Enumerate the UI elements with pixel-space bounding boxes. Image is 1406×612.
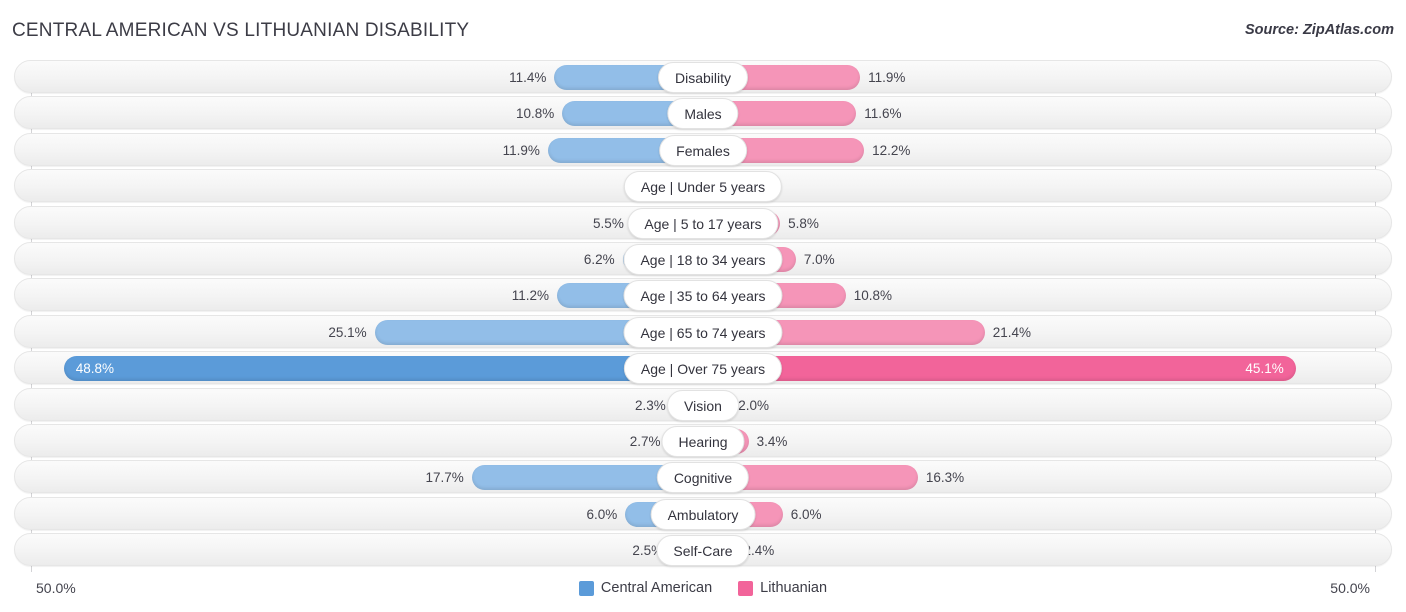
row-category-label: Females xyxy=(659,134,747,166)
value-label-lithuanian: 45.1% xyxy=(1245,361,1284,377)
value-label-central-american: 48.8% xyxy=(75,361,115,377)
value-label-lithuanian: 16.3% xyxy=(925,470,965,486)
value-label-central-american: 17.7% xyxy=(425,470,464,486)
table-row[interactable]: 6.0% 6.0% Ambulatory xyxy=(14,496,1392,530)
value-label-central-american: 11.9% xyxy=(502,142,540,158)
table-row[interactable]: 10.8% 11.6% Males xyxy=(14,96,1392,130)
table-row[interactable]: 11.9% 12.2% Females xyxy=(14,132,1392,166)
table-row[interactable]: 17.7% 16.3% Cognitive xyxy=(14,460,1392,494)
value-label-lithuanian: 21.4% xyxy=(992,324,1032,340)
table-row[interactable]: 2.3% 2.0% Vision xyxy=(14,387,1392,421)
row-category-label: Age | 5 to 17 years xyxy=(627,207,779,239)
value-label-lithuanian: 5.8% xyxy=(788,215,819,231)
row-category-label: Age | Over 75 years xyxy=(623,353,783,385)
legend-item[interactable]: Central American xyxy=(578,580,713,596)
legend-swatch-icon xyxy=(578,580,594,596)
chart-legend: Central American Lithuanian xyxy=(0,580,1406,596)
chart-page: CENTRAL AMERICAN VS LITHUANIAN DISABILIT… xyxy=(0,0,1406,612)
value-label-lithuanian: 11.9% xyxy=(868,70,906,85)
value-label-central-american: 6.2% xyxy=(583,251,615,267)
table-row[interactable]: 48.8% 45.1% Age | Over 75 years xyxy=(14,351,1392,385)
value-label-central-american: 10.8% xyxy=(516,106,555,122)
value-label-central-american: 2.5% xyxy=(632,543,664,559)
value-label-central-american: 11.4% xyxy=(509,70,547,85)
value-label-central-american: 2.7% xyxy=(629,433,661,449)
legend-item[interactable]: Lithuanian xyxy=(738,580,827,596)
table-row[interactable]: 1.2%1.6%Age | Under 5 years xyxy=(14,169,1392,203)
table-row[interactable]: 2.7% 3.4% Hearing xyxy=(14,423,1392,457)
value-label-lithuanian: 10.8% xyxy=(853,288,892,304)
chart-rows: 11.4% 11.9% Disability 10.8% 11.6% Males 11.9%… xyxy=(0,60,1406,569)
row-category-label: Self-Care xyxy=(656,535,750,567)
table-row[interactable]: 25.1% 21.4% Age | 65 to 74 years xyxy=(14,314,1392,348)
row-category-label: Age | 18 to 34 years xyxy=(623,243,783,275)
table-row[interactable]: 5.5% 5.8% Age | 5 to 17 years xyxy=(14,205,1392,239)
row-category-label: Age | 35 to 64 years xyxy=(623,280,783,312)
value-label-central-american: 11.2% xyxy=(511,288,550,304)
value-label-central-american: 25.1% xyxy=(328,324,367,340)
chart-footer: 50.0% 50.0% Central American Lithuanian xyxy=(0,572,1406,612)
value-label-lithuanian: 3.4% xyxy=(756,433,788,449)
value-label-lithuanian: 12.2% xyxy=(872,142,911,158)
table-row[interactable]: 6.2% 7.0% Age | 18 to 34 years xyxy=(14,241,1392,275)
legend-label: Central American xyxy=(600,580,713,596)
legend-label: Lithuanian xyxy=(760,580,828,596)
row-category-label: Hearing xyxy=(661,425,745,457)
chart-plot-area: 11.4% 11.9% Disability 10.8% 11.6% Males 11.9%… xyxy=(0,60,1406,572)
row-category-label: Vision xyxy=(667,389,739,421)
row-category-label: Age | 65 to 74 years xyxy=(623,316,783,348)
value-label-lithuanian: 2.0% xyxy=(738,397,770,413)
value-label-lithuanian: 11.6% xyxy=(864,106,902,122)
value-label-central-american: 6.0% xyxy=(586,506,618,522)
value-label-central-american: 2.3% xyxy=(635,397,666,413)
legend-swatch-icon xyxy=(738,580,754,596)
source-attribution: Source: ZipAtlas.com xyxy=(1244,22,1394,38)
table-row[interactable]: 11.4% 11.9% Disability xyxy=(14,60,1392,93)
row-category-label: Cognitive xyxy=(656,462,750,494)
row-category-label: Age | Under 5 years xyxy=(623,171,783,203)
page-title: CENTRAL AMERICAN VS LITHUANIAN DISABILIT… xyxy=(12,20,470,41)
row-category-label: Disability xyxy=(657,62,749,93)
chart-header: CENTRAL AMERICAN VS LITHUANIAN DISABILIT… xyxy=(0,0,1406,58)
value-label-lithuanian: 7.0% xyxy=(803,251,835,267)
value-label-lithuanian: 6.0% xyxy=(790,506,822,522)
table-row[interactable]: 11.2% 10.8% Age | 35 to 64 years xyxy=(14,278,1392,312)
table-row[interactable]: 2.5% 2.4% Self-Care xyxy=(14,533,1392,567)
row-category-label: Ambulatory xyxy=(650,498,756,530)
row-category-label: Males xyxy=(667,98,739,130)
value-label-lithuanian: 2.4% xyxy=(743,543,775,559)
value-label-central-american: 5.5% xyxy=(593,215,624,231)
